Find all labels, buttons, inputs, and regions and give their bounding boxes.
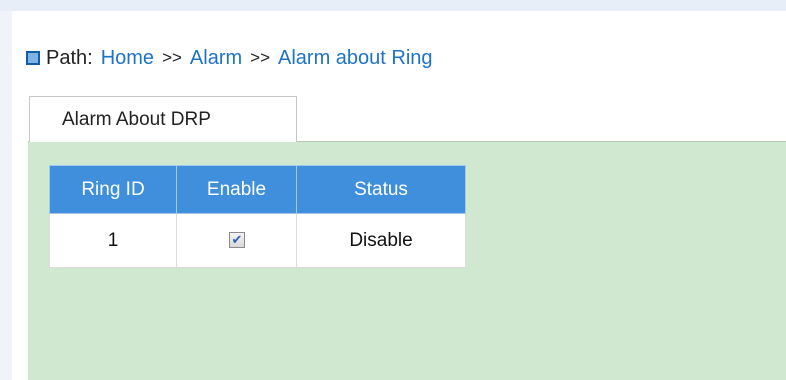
- breadcrumb-home-link[interactable]: Home: [101, 47, 154, 70]
- top-bar: [0, 0, 786, 11]
- breadcrumb-separator: >>: [250, 48, 271, 67]
- breadcrumb-label: Path:: [46, 46, 93, 69]
- enable-cell: ✔: [176, 213, 297, 268]
- status-cell: Disable: [296, 213, 466, 268]
- ring-id-cell: 1: [49, 213, 177, 268]
- path-square-icon: [26, 51, 40, 65]
- tab-alarm-about-drp[interactable]: Alarm About DRP: [29, 96, 297, 142]
- checkmark-icon: ✔: [231, 232, 243, 248]
- column-header-status: Status: [296, 165, 466, 214]
- breadcrumb-separator: >>: [162, 48, 182, 67]
- left-frame-edge: [0, 11, 12, 380]
- table-header-row: Ring ID Enable Status: [49, 165, 466, 214]
- breadcrumb: Path: Home >> Alarm >> Alarm about Ring: [26, 43, 433, 73]
- ring-alarm-table: Ring ID Enable Status 1 ✔ Disable: [49, 165, 466, 268]
- breadcrumb-alarm-about-ring-link[interactable]: Alarm about Ring: [278, 47, 433, 70]
- breadcrumb-alarm-link[interactable]: Alarm: [190, 47, 242, 70]
- column-header-ring-id: Ring ID: [49, 165, 177, 214]
- table-row: 1 ✔ Disable: [49, 213, 466, 268]
- column-header-enable: Enable: [176, 165, 297, 214]
- enable-checkbox[interactable]: ✔: [228, 232, 245, 249]
- tab-label: Alarm About DRP: [62, 108, 211, 130]
